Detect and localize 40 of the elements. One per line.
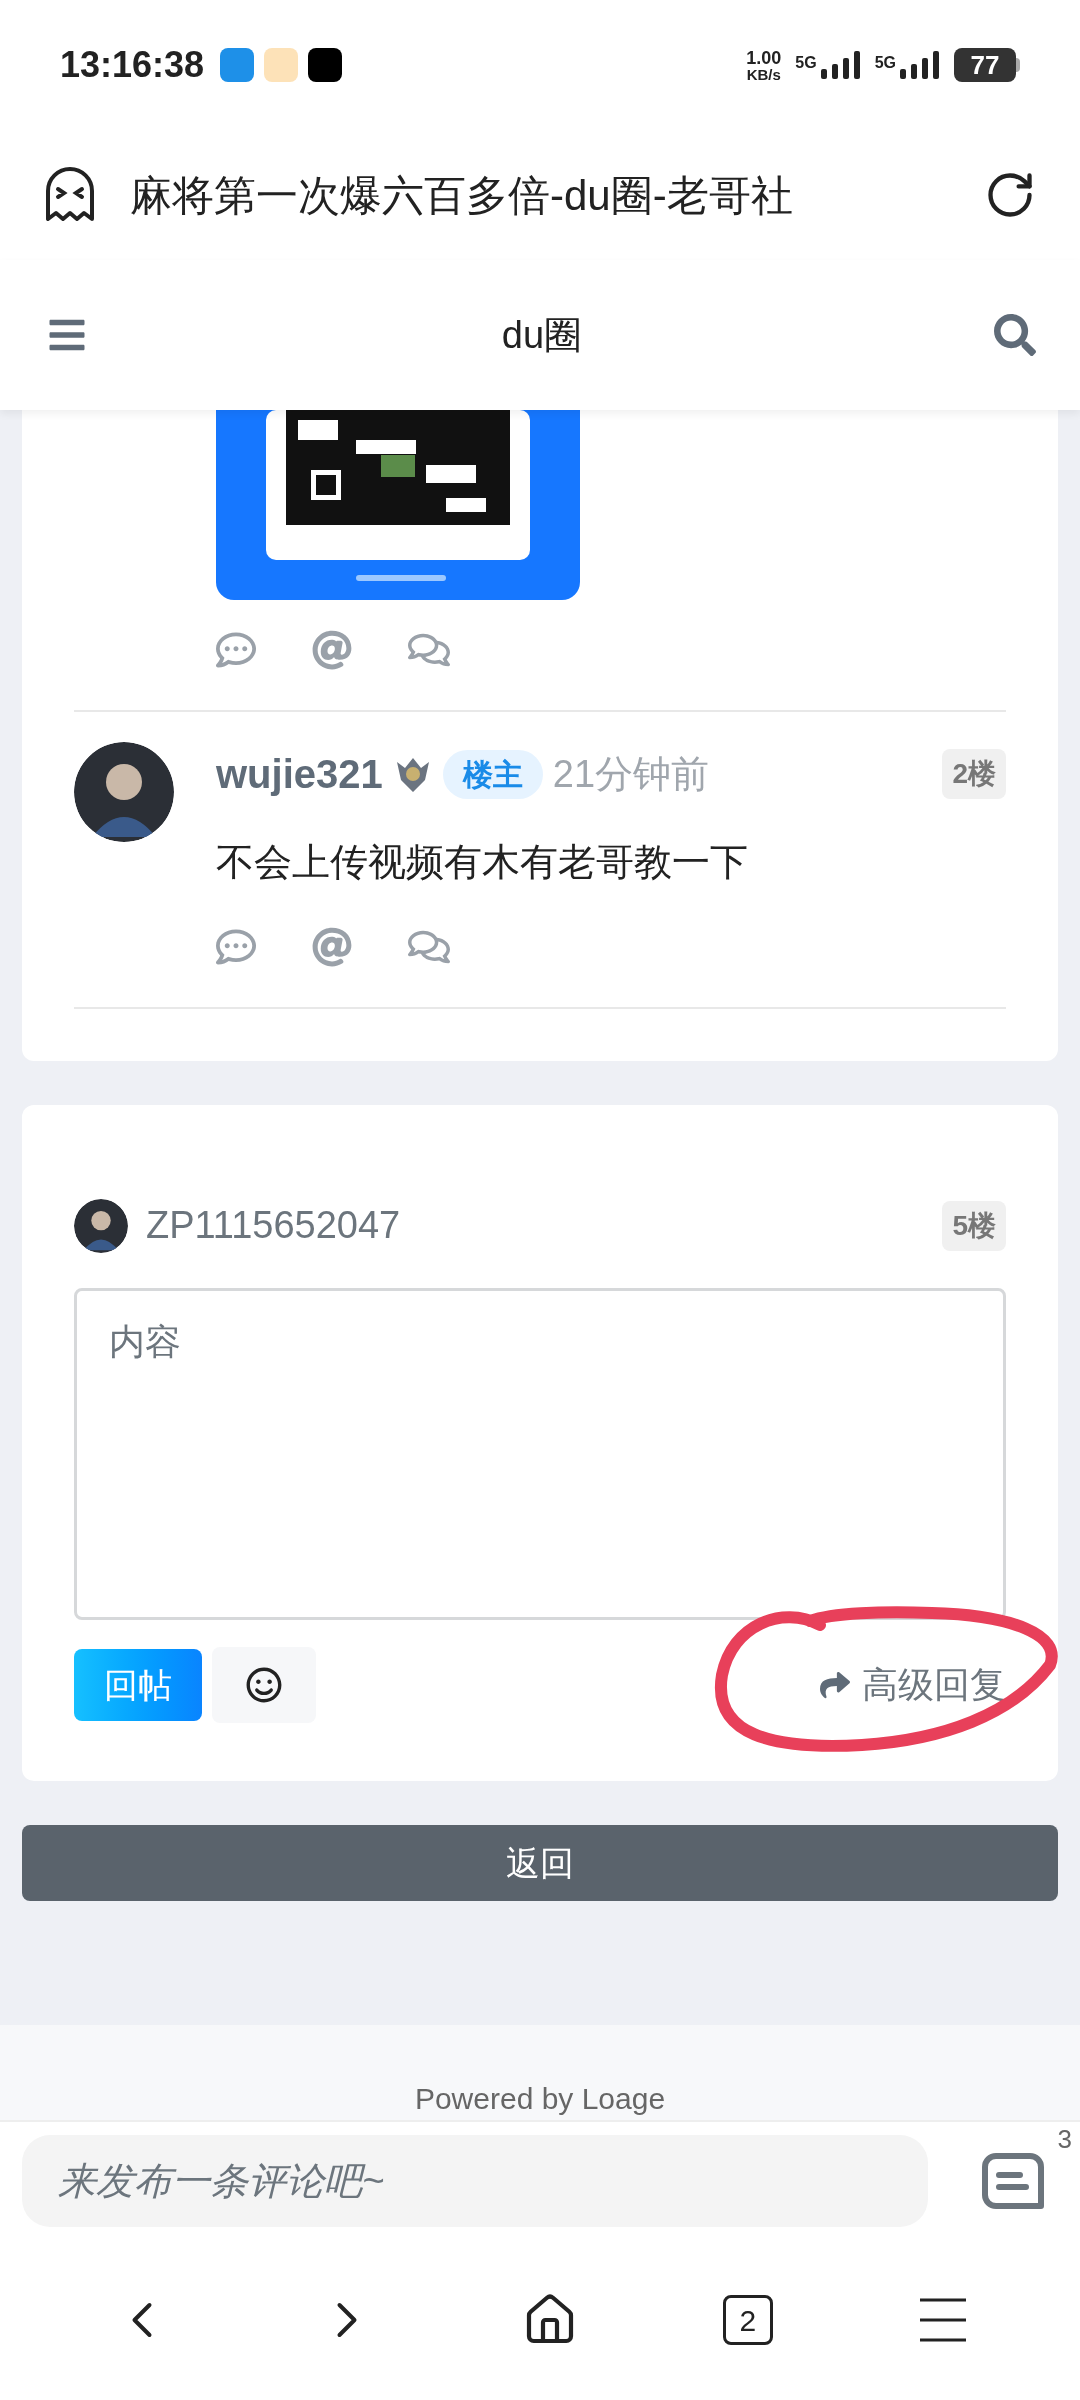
status-time: 13:16:38 [60,43,205,87]
comment-icon[interactable] [216,927,256,967]
username[interactable]: wujie321 [216,744,383,804]
network-type: 5G [874,53,896,73]
emoji-button[interactable] [212,1647,316,1723]
network-speed: 1.00 [746,48,782,67]
app-icon [220,48,255,82]
post-content: 不会上传视频有木有老哥教一下 [216,840,749,885]
author-badge: 楼主 [442,749,543,799]
reply-button[interactable]: 回帖 [74,1649,202,1721]
comment-count: 3 [1057,2123,1072,2156]
advanced-reply-link[interactable]: 高级回复 [818,1658,1006,1712]
signal-icon [820,51,861,79]
app-icon [308,48,343,82]
signal-icon [900,51,940,79]
network-type: 5G [795,53,817,73]
footer-text: Powered by Loage [414,2084,666,2114]
search-icon[interactable] [994,314,1036,356]
app-icon [264,48,299,82]
username[interactable]: ZP1115652047 [146,1197,401,1254]
page-title: 麻将第一次爆六百多倍-du圈-老哥社 [130,170,794,221]
smile-icon [246,1667,282,1703]
mention-icon[interactable] [312,630,352,670]
mention-icon[interactable] [312,927,352,967]
ghost-icon[interactable] [44,167,96,223]
network-speed-unit: KB/s [746,66,781,82]
share-arrow-icon [818,1670,852,1700]
floor-number: 2楼 [942,749,1006,799]
avatar [74,1198,128,1253]
comment-field[interactable]: 来发布一条评论吧~ [22,2135,928,2227]
post-time: 21分钟前 [552,751,710,797]
battery-level: 77 [970,48,1000,82]
menu-icon[interactable] [917,2296,968,2344]
comment-icon[interactable] [982,2153,1044,2209]
comment-icon[interactable] [216,630,256,670]
back-button[interactable]: 返回 [22,1825,1058,1901]
content-field[interactable]: 内容 [74,1288,1006,1620]
floor-number: 5楼 [942,1200,1006,1251]
header-title: du圈 [501,312,583,358]
tabs-button[interactable]: 2 [722,2295,773,2345]
